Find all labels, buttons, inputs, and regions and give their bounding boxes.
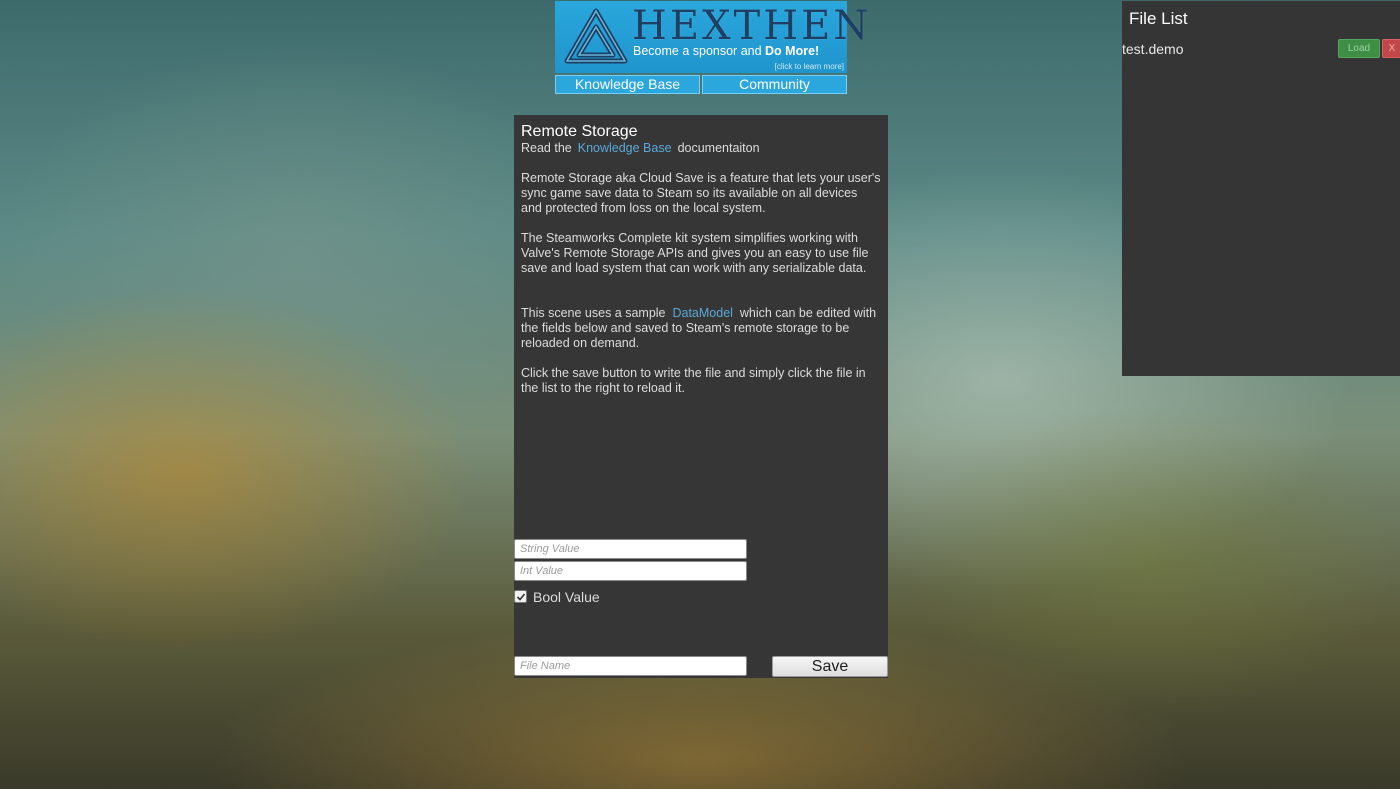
remote-storage-panel: Remote Storage Read the Knowledge Base doc… [514, 115, 888, 678]
delete-file-button[interactable]: X [1382, 39, 1400, 58]
bool-value-checkbox[interactable] [514, 590, 527, 603]
int-value-input[interactable] [514, 561, 747, 581]
bool-value-label: Bool Value [533, 589, 600, 605]
string-value-input[interactable] [514, 539, 747, 559]
panel-title: Remote Storage [521, 123, 638, 140]
file-list-item: test.demo Load X [1122, 39, 1400, 59]
knowledge-base-button[interactable]: Knowledge Base [555, 75, 700, 94]
file-name[interactable]: test.demo [1122, 41, 1183, 57]
file-name-input[interactable] [514, 656, 747, 676]
description-paragraph-4: Click the save button to write the file … [521, 366, 866, 395]
checkmark-icon [516, 593, 526, 601]
knowledge-base-link[interactable]: Knowledge Base [578, 141, 672, 155]
load-file-button[interactable]: Load [1338, 39, 1380, 58]
description-paragraph-1: Remote Storage aka Cloud Save is a featu… [521, 171, 881, 215]
description-paragraph-3: This scene uses a sample DataModel which… [521, 306, 881, 351]
read-suffix: documentaiton [677, 141, 760, 155]
file-list-panel: File List test.demo Load X [1122, 1, 1400, 376]
banner-learn-more: [click to learn more] [774, 62, 844, 71]
read-docs-line: Read the Knowledge Base documentaiton [521, 141, 760, 155]
file-list-title: File List [1129, 9, 1188, 28]
read-prefix: Read the [521, 141, 572, 155]
banner-brand-name: HEXTHEN [632, 3, 872, 49]
datamodel-link[interactable]: DataModel [672, 306, 732, 320]
valknut-logo-icon [563, 7, 629, 72]
banner-tagline-bold: Do More! [765, 44, 820, 58]
sponsor-banner[interactable]: HEXTHEN Become a sponsor and Do More! [c… [555, 1, 868, 73]
community-button[interactable]: Community [702, 75, 847, 94]
description-paragraph-2: The Steamworks Complete kit system simpl… [521, 231, 869, 275]
save-button[interactable]: Save [772, 656, 888, 677]
paragraph3-prefix: This scene uses a sample [521, 306, 666, 320]
banner-tagline-prefix: Become a sponsor and [633, 44, 766, 58]
banner-tagline: Become a sponsor and Do More! [633, 44, 819, 58]
